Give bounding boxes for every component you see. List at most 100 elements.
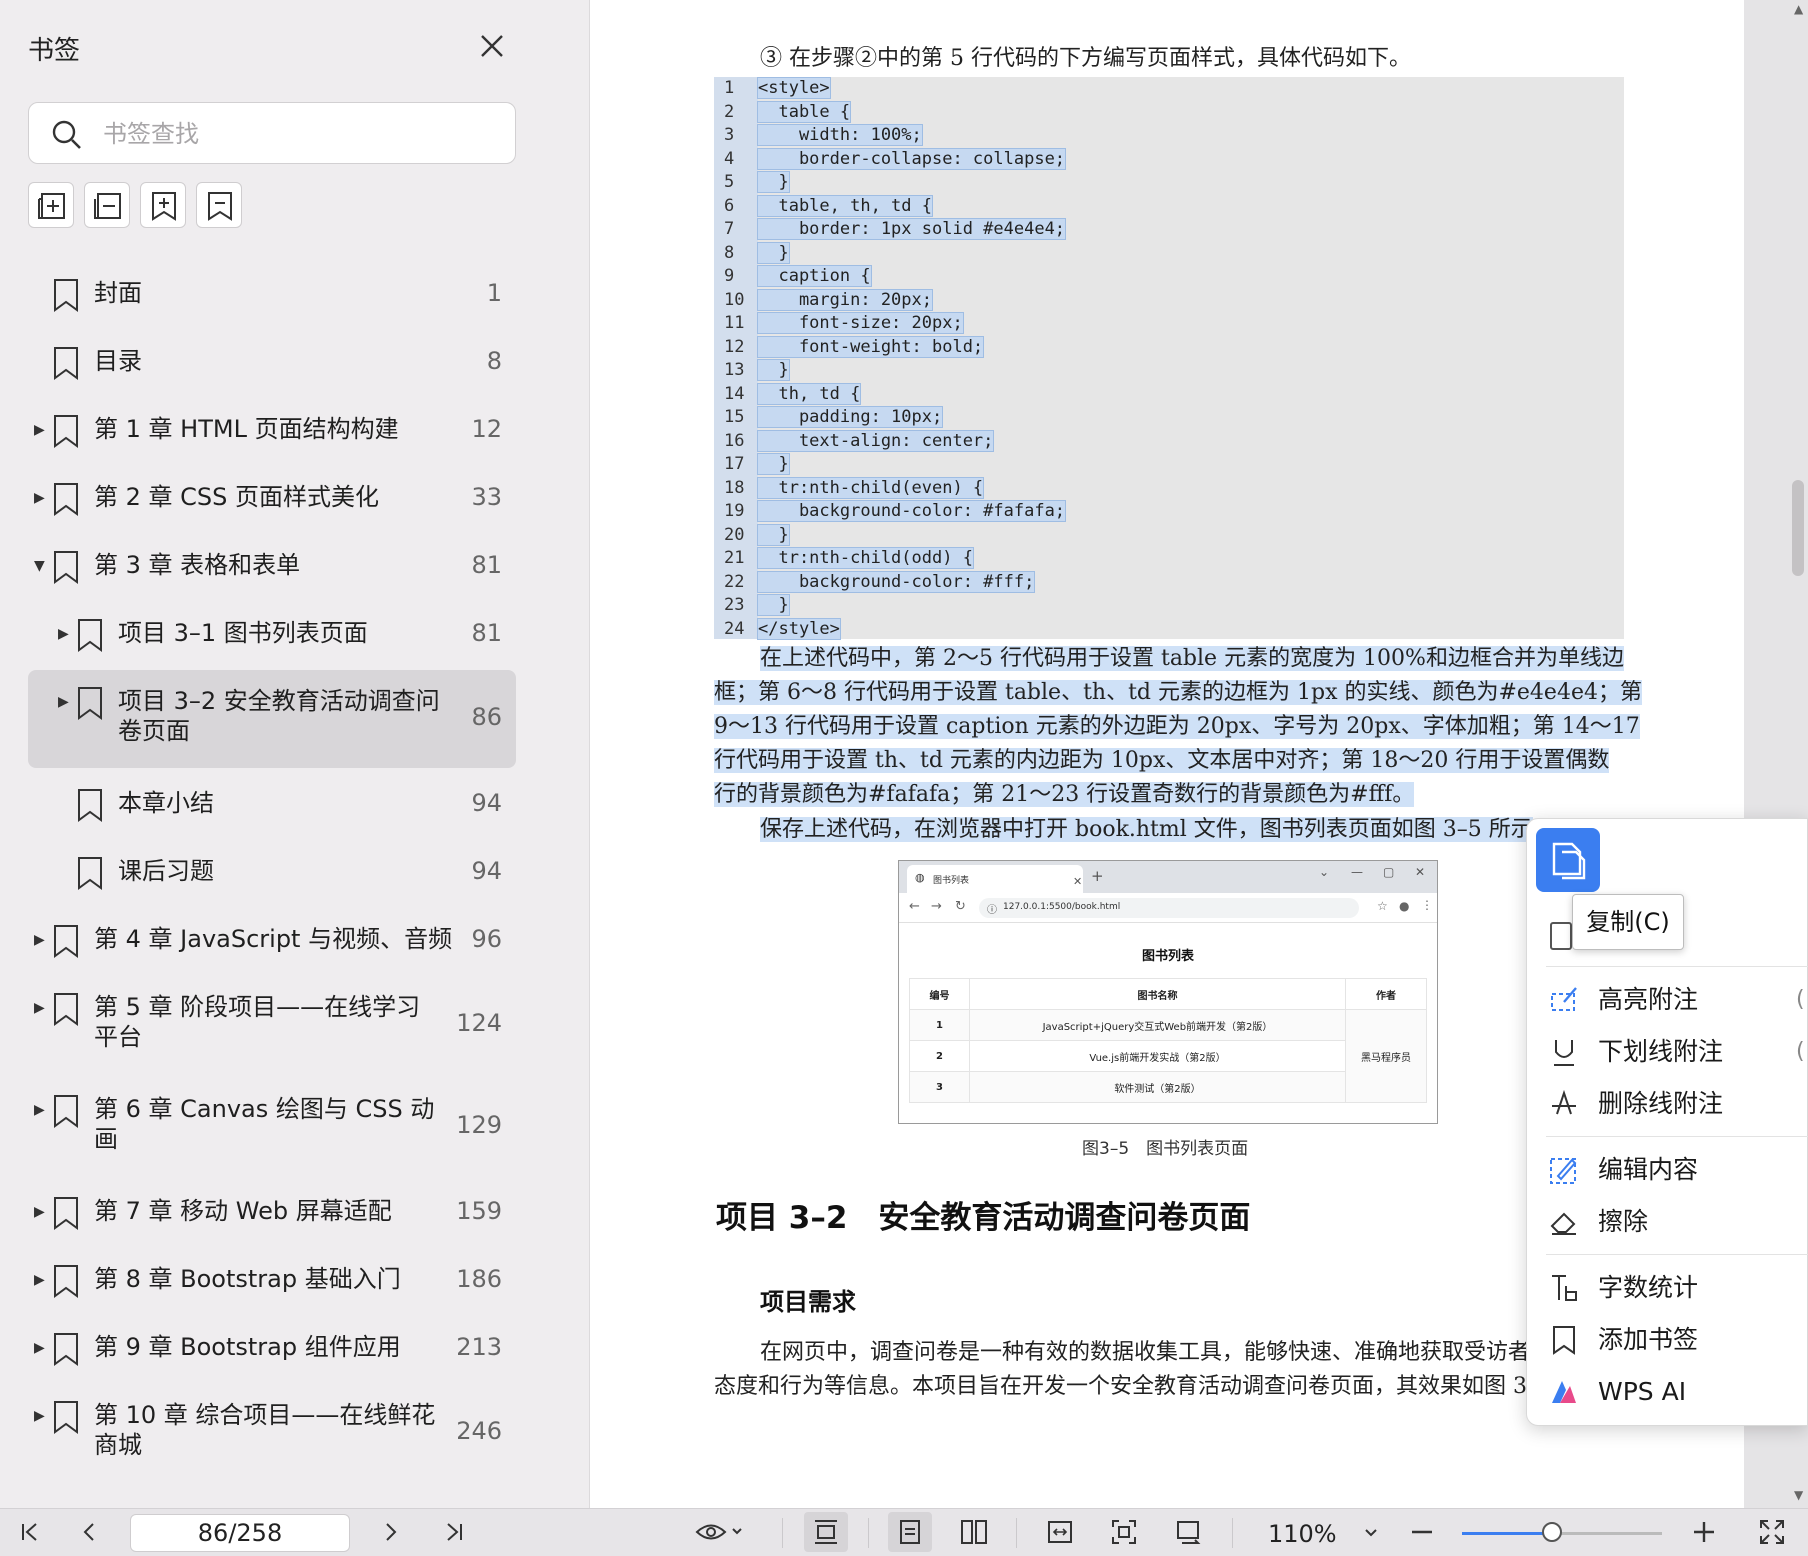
bookmark-item[interactable]: ▶ 第 1 章 HTML 页面结构构建 12 [28, 404, 516, 454]
bookmark-search-input[interactable]: 书签查找 [28, 102, 516, 164]
bookmark-sidebar: 书签 书签查找 封面 1 目录 8 ▶ 第 1 章 HTML 页面结构构建 12 ▶ 第 2 章… [0, 0, 590, 1508]
bookmark-item[interactable]: ▶ 项目 3–1 图书列表页面 81 [28, 608, 516, 658]
menu-item-bookmark[interactable]: 添加书签 [1546, 1318, 1808, 1362]
code-line: 10 margin: 20px; [714, 288, 933, 313]
code-text: } [757, 594, 790, 616]
bookmark-item[interactable]: 本章小结 94 [28, 778, 516, 828]
bookmark-icon [78, 619, 102, 652]
caret-right-icon[interactable]: ▶ [34, 1098, 45, 1122]
line-number: 9 [724, 266, 735, 286]
reading-mode-button[interactable] [690, 1512, 750, 1552]
bookmark-item[interactable]: 课后习题 94 [28, 846, 516, 896]
first-page-button[interactable] [10, 1512, 50, 1552]
bookmark-item[interactable]: ▶ 项目 3–2 安全教育活动调查问 卷页面 86 [28, 670, 516, 768]
bookmark-icon [54, 1197, 78, 1230]
menu-item-eraser[interactable]: 擦除 [1546, 1200, 1808, 1244]
last-page-button[interactable] [434, 1512, 474, 1552]
continuous-scroll-button[interactable] [804, 1512, 848, 1552]
page-number-input[interactable]: 86/258 [130, 1514, 350, 1552]
expand-all-icon [38, 193, 65, 219]
caret-right-icon[interactable]: ▶ [58, 622, 69, 646]
body-line: 在网页中，调查问卷是一种有效的数据收集工具，能够快速、准确地获取受访者 [760, 1340, 1531, 1365]
expand-all-button[interactable] [28, 182, 74, 228]
code-text: tr:nth-child(even) { [756, 476, 985, 499]
copy-button[interactable] [1536, 828, 1600, 892]
bookmark-item[interactable]: ▼ 第 3 章 表格和表单 81 [28, 540, 516, 590]
eye-icon [695, 1524, 742, 1540]
menu-item-wps-ai[interactable]: WPS AI [1546, 1370, 1808, 1414]
menu-item-word-count[interactable]: 字数统计 [1546, 1266, 1808, 1310]
remove-bookmark-button[interactable] [196, 182, 242, 228]
bookmark-page-number: 81 [471, 619, 502, 647]
caret-right-icon[interactable]: ▶ [34, 1268, 45, 1292]
table-cell: Vue.js前端开发实战（第2版） [969, 1040, 1346, 1072]
single-page-button[interactable] [888, 1512, 932, 1552]
bookmark-item[interactable]: 目录 8 [28, 336, 516, 386]
caret-right-icon[interactable]: ▶ [34, 418, 45, 442]
menu-item-strikethrough[interactable]: 删除线附注 [1546, 1082, 1808, 1126]
menu-item-edit[interactable]: 编辑内容 [1546, 1148, 1808, 1192]
browser-screenshot-figure: ◍ 图书列表 ✕ + ⌄ — ▢ ✕ ← → ↻ ⓘ 127.0.0.1:550… [898, 860, 1438, 1124]
bookmark-icon [54, 279, 78, 312]
rotate-icon [1177, 1521, 1201, 1544]
bookmark-item[interactable]: ▶ 第 10 章 综合项目——在线鲜花 商城 246 [28, 1390, 516, 1474]
bookmark-item[interactable]: ▶ 第 6 章 Canvas 绘图与 CSS 动画 129 [28, 1084, 516, 1168]
fullscreen-button[interactable] [1750, 1512, 1794, 1552]
close-icon[interactable] [474, 28, 510, 64]
single-page-icon [900, 1520, 920, 1544]
scroll-up-icon[interactable]: ▲ [1794, 2, 1803, 16]
code-text: table, th, td { [757, 194, 933, 217]
bookmark-item[interactable]: ▶ 第 8 章 Bootstrap 基础入门 186 [28, 1254, 516, 1304]
code-text: table { [756, 100, 852, 123]
bookmark-item[interactable]: ▶ 第 7 章 移动 Web 屏幕适配 159 [28, 1186, 516, 1236]
line-number: 10 [724, 289, 745, 310]
fit-page-button[interactable] [1102, 1512, 1146, 1552]
section-heading: 项目 3–2 安全教育活动调查问卷页面 [716, 1200, 1251, 1236]
menu-item-underline[interactable]: 下划线附注 ( [1546, 1030, 1808, 1074]
code-text: text-align: center; [756, 429, 995, 452]
two-page-button[interactable] [952, 1512, 996, 1552]
zoom-out-button[interactable] [1402, 1512, 1442, 1552]
menu-item-label: 下划线附注 [1598, 1037, 1724, 1066]
caret-right-icon[interactable]: ▶ [34, 1404, 45, 1428]
scrollbar-thumb[interactable] [1792, 480, 1804, 576]
bookmark-icon [54, 993, 78, 1026]
bookmark-item[interactable]: ▶ 第 2 章 CSS 页面样式美化 33 [28, 472, 516, 522]
line-number: 22 [724, 571, 745, 592]
caret-right-icon[interactable]: ▶ [34, 928, 45, 952]
code-text: background-color: #fff; [756, 570, 1036, 593]
bookmark-item[interactable]: 封面 1 [28, 268, 516, 318]
zoom-level[interactable]: 110% [1268, 1516, 1337, 1552]
bookmark-item[interactable]: ▶ 第 5 章 阶段项目——在线学习 平台 124 [28, 982, 516, 1066]
bookmark-item[interactable]: ▶ 第 4 章 JavaScript 与视频、音频 96 [28, 914, 516, 964]
collapse-all-button[interactable] [84, 182, 130, 228]
bookmark-icon [54, 415, 78, 448]
caret-right-icon[interactable]: ▶ [34, 1336, 45, 1360]
menu-item-highlight[interactable]: 高亮附注 ( [1546, 978, 1808, 1022]
caret-down-icon[interactable]: ▼ [34, 554, 45, 578]
reload-icon: ↻ [955, 899, 966, 914]
bookmark-item[interactable]: ▶ 第 9 章 Bootstrap 组件应用 213 [28, 1322, 516, 1372]
caret-right-icon[interactable]: ▶ [34, 1200, 45, 1224]
caret-right-icon[interactable]: ▶ [58, 690, 69, 714]
bookmark-add-icon [152, 192, 176, 221]
fit-width-button[interactable] [1038, 1512, 1082, 1552]
bookmark-label: 项目 3–2 安全教育活动调查问 [118, 687, 440, 715]
caret-right-icon[interactable]: ▶ [34, 996, 45, 1020]
next-page-button[interactable] [370, 1512, 410, 1552]
toolbar-divider [868, 1518, 869, 1548]
zoom-dropdown[interactable] [1356, 1512, 1386, 1552]
scroll-down-icon[interactable]: ▼ [1794, 1488, 1803, 1502]
bookmark-page-number: 124 [456, 1009, 502, 1037]
code-text: padding: 10px; [756, 406, 944, 428]
add-bookmark-button[interactable] [140, 182, 186, 228]
prev-page-button[interactable] [70, 1512, 110, 1552]
rotate-button[interactable] [1166, 1512, 1210, 1552]
caret-right-icon[interactable]: ▶ [34, 486, 45, 510]
zoom-slider-handle[interactable] [1542, 1522, 1562, 1542]
selected-text: 行的背景颜色为#fafafa；第 21～23 行设置奇数行的背景颜色为#fff。 [714, 782, 1415, 807]
table-row: 1 JavaScript+jQuery交互式Web前端开发（第2版） 黑马程序员 [909, 1009, 1427, 1103]
fit-page-icon [1112, 1520, 1136, 1544]
code-line: 4 border-collapse: collapse; [714, 147, 1067, 172]
zoom-in-button[interactable] [1684, 1512, 1724, 1552]
